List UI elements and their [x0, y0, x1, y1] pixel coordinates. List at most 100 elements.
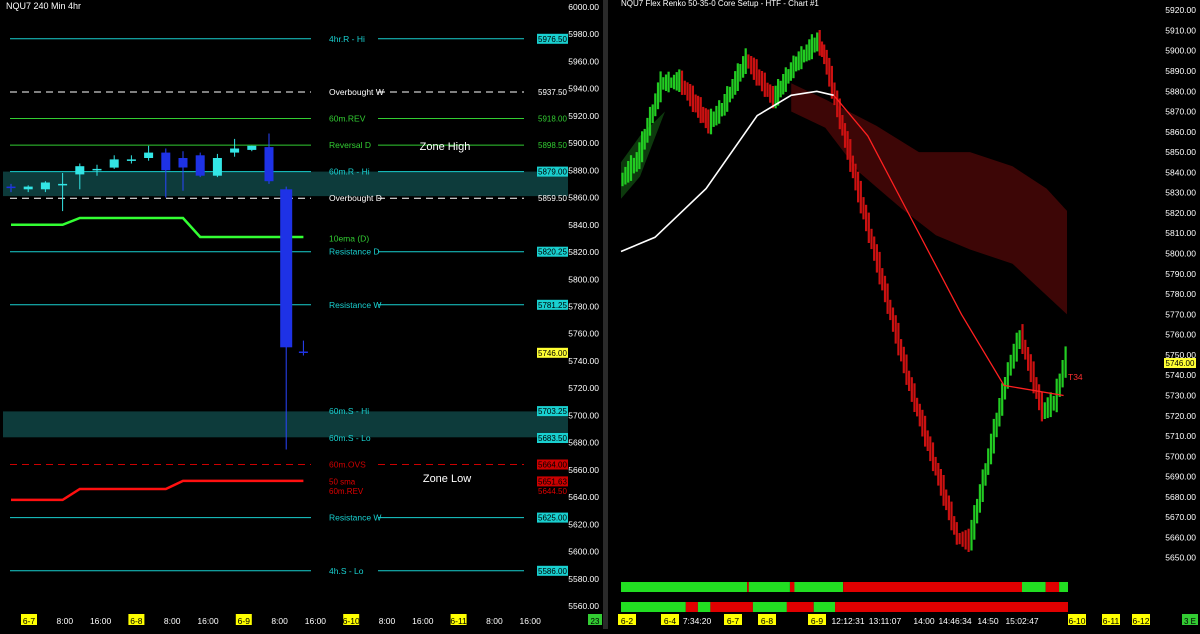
renko-brick — [984, 463, 987, 486]
candle-body — [247, 145, 257, 150]
renko-brick — [995, 412, 998, 438]
renko-brick — [629, 155, 633, 181]
level-value: 5918.00 — [538, 115, 567, 124]
renko-brick — [921, 409, 924, 437]
renko-brick — [646, 117, 649, 143]
right-x-tick-label: 15:02:47 — [1005, 616, 1038, 626]
left-x-tick-label: 6-11 — [450, 616, 467, 626]
right-y-tick-label: 5650.00 — [1165, 553, 1196, 563]
renko-brick — [934, 456, 937, 476]
renko-brick — [905, 354, 908, 385]
sma-value: 5644.50 — [538, 487, 567, 496]
candle-body — [212, 158, 222, 176]
signal-bar-segment — [752, 602, 787, 612]
renko-brick — [1001, 383, 1004, 416]
left-corner-badge: 23 — [591, 617, 600, 626]
left-x-tick-label: 6-9 — [238, 616, 251, 626]
candle-body — [178, 158, 188, 168]
renko-brick — [813, 37, 816, 53]
level-marker-label: T34 — [1068, 372, 1083, 382]
panel-gap — [608, 0, 612, 629]
renko-brick — [998, 398, 1001, 427]
renko-brick — [924, 415, 927, 447]
renko-brick — [967, 528, 970, 552]
renko-brick — [851, 155, 854, 179]
right-y-tick-label: 5670.00 — [1165, 512, 1196, 522]
left-y-tick-label: 6000.00 — [568, 2, 599, 12]
left-y-tick-label: 5840.00 — [568, 220, 599, 230]
left-y-tick-label: 5860.00 — [568, 193, 599, 203]
renko-brick — [823, 44, 826, 65]
level-label: Resistance W — [329, 300, 381, 310]
renko-brick — [878, 251, 881, 285]
renko-brick — [964, 530, 967, 550]
left-x-tick-label: 16:00 — [305, 616, 327, 626]
renko-brick — [712, 111, 715, 127]
renko-brick — [1052, 395, 1055, 411]
renko-brick — [670, 77, 673, 88]
renko-brick — [1049, 392, 1052, 418]
right-x-tick-label: 14:46:34 — [938, 616, 971, 626]
renko-brick — [758, 69, 761, 86]
renko-brick — [691, 85, 694, 112]
candle-body — [6, 186, 16, 189]
right-y-tick-label: 5810.00 — [1165, 228, 1196, 238]
right-y-tick-label: 5920.00 — [1165, 5, 1196, 15]
renko-brick — [784, 67, 787, 92]
candle-body — [58, 183, 68, 186]
right-x-tick-label: 6-10 — [1068, 616, 1085, 626]
right-x-tick-label: 14:00 — [913, 616, 935, 626]
renko-brick — [867, 212, 870, 243]
renko-brick — [883, 275, 887, 303]
renko-brick — [731, 79, 734, 99]
zone-high-label: Zone High — [420, 141, 471, 153]
left-y-tick-label: 5640.00 — [568, 492, 599, 502]
level-value: 5820.25 — [538, 248, 567, 257]
left-x-tick-label: 16:00 — [90, 616, 112, 626]
right-y-tick-label: 5800.00 — [1165, 249, 1196, 259]
right-y-tick-label: 5890.00 — [1165, 66, 1196, 76]
candle-body — [92, 168, 102, 171]
renko-brick — [728, 86, 731, 103]
renko-brick — [950, 501, 953, 531]
level-value: 5859.50 — [538, 194, 567, 203]
left-y-tick-label: 5760.00 — [568, 329, 599, 339]
renko-brick — [953, 516, 956, 535]
right-y-tick-label: 5840.00 — [1165, 167, 1196, 177]
renko-brick — [723, 94, 726, 116]
level-label: Overbought D — [329, 193, 382, 203]
renko-brick — [897, 322, 900, 356]
renko-brick — [916, 397, 919, 417]
chart-canvas[interactable]: 6000.00 5980.00 5960.00 5940.00 5920.00 5900.… — [0, 0, 1200, 629]
right-y-tick-label: 5720.00 — [1165, 411, 1196, 421]
renko-brick — [675, 72, 678, 91]
renko-brick — [1038, 384, 1041, 411]
renko-brick — [667, 71, 670, 93]
renko-brick — [841, 115, 844, 136]
right-y-tick-label: 5660.00 — [1165, 533, 1196, 543]
left-x-tick-label: 6-10 — [343, 616, 360, 626]
left-chart-title: NQU7 240 Min 4hr — [6, 1, 81, 11]
renko-brick — [830, 65, 833, 99]
right-y-tick-label: 5770.00 — [1165, 309, 1196, 319]
renko-brick — [699, 97, 702, 124]
right-x-tick-label: 6-2 — [621, 616, 634, 626]
renko-brick — [760, 71, 764, 92]
renko-brick — [664, 74, 668, 91]
right-y-tick-label: 5780.00 — [1165, 289, 1196, 299]
level-label: Resistance W — [329, 513, 381, 523]
candle-body — [23, 186, 33, 190]
signal-bar-segment — [786, 602, 814, 612]
right-y-tick-label: 5680.00 — [1165, 492, 1196, 502]
candle-body — [230, 148, 240, 153]
renko-brick — [689, 84, 692, 107]
left-y-tick-label: 5800.00 — [568, 274, 599, 284]
renko-brick — [1003, 377, 1007, 400]
right-x-tick-label: 12:12:31 — [831, 616, 864, 626]
renko-brick — [900, 339, 903, 362]
renko-brick — [902, 346, 905, 374]
renko-brick — [918, 403, 921, 427]
right-y-tick-label: 5740.00 — [1165, 370, 1196, 380]
right-x-tick-label: 6-7 — [727, 616, 740, 626]
level-value: 5625.00 — [538, 514, 567, 523]
